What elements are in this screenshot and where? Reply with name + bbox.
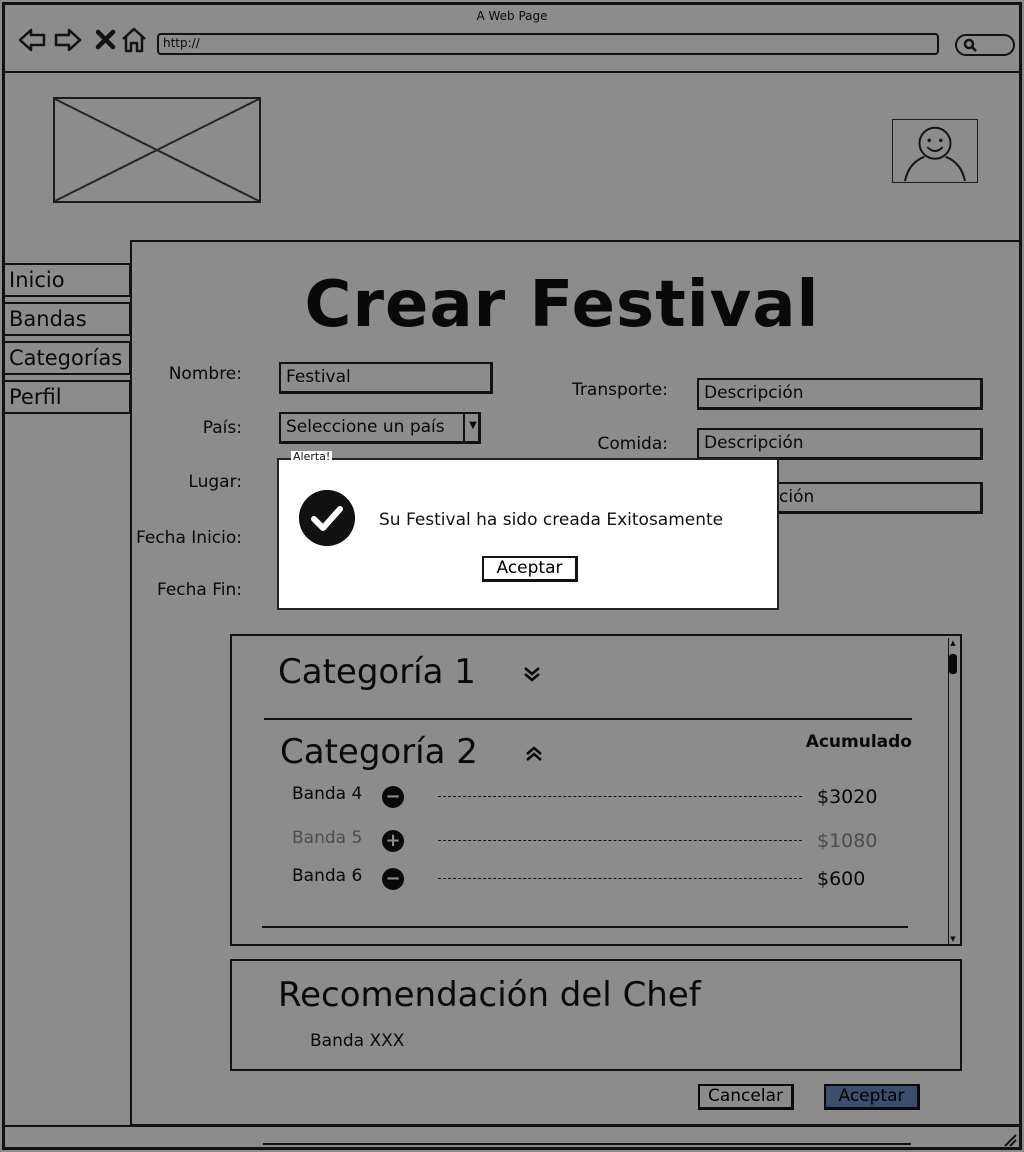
alert-accept-button[interactable]: Aceptar [482, 556, 578, 582]
alert-dialog: Alerta! Su Festival ha sido creada Exito… [277, 451, 779, 610]
check-circle-icon [299, 490, 355, 546]
alert-legend: Alerta! [291, 450, 333, 463]
alert-message: Su Festival ha sido creada Exitosamente [379, 510, 724, 530]
